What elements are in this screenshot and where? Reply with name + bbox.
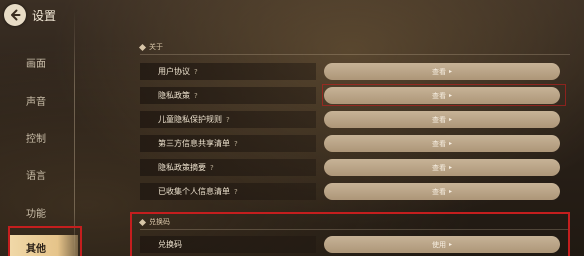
sidebar-item-controls[interactable]: 控制	[0, 125, 74, 149]
section-title: 关于	[149, 43, 163, 51]
sidebar-item-label: 控制	[26, 133, 46, 145]
divider	[140, 54, 570, 55]
row-label: 隐私政策	[158, 91, 190, 100]
sidebar-item-graphics[interactable]: 画面	[0, 50, 74, 74]
view-button[interactable]: 查看 ▸	[324, 183, 560, 200]
sidebar: 画面 声音 控制 语言 功能 其他	[0, 10, 80, 256]
sidebar-item-language[interactable]: 语言	[0, 162, 74, 186]
row-label: 第三方信息共享清单	[158, 139, 230, 148]
help-icon[interactable]: ?	[226, 116, 230, 124]
sidebar-item-label: 画面	[26, 58, 46, 70]
help-icon[interactable]: ?	[234, 140, 238, 148]
row-collected-info: 已收集个人信息清单? 查看 ▸	[140, 183, 568, 200]
highlight-box-sidebar	[8, 226, 82, 256]
row-child-privacy: 儿童隐私保护规则? 查看 ▸	[140, 111, 568, 128]
row-label: 儿童隐私保护规则	[158, 115, 222, 124]
row-label: 用户协议	[158, 67, 190, 76]
help-icon[interactable]: ?	[210, 164, 214, 172]
row-label: 已收集个人信息清单	[158, 187, 230, 196]
arrow-right-icon: ▸	[448, 164, 452, 171]
diamond-icon	[138, 43, 147, 51]
sidebar-item-label: 声音	[26, 96, 46, 108]
sidebar-item-label: 功能	[26, 208, 46, 220]
row-privacy-summary: 隐私政策摘要? 查看 ▸	[140, 159, 568, 176]
arrow-right-icon: ▸	[448, 140, 452, 147]
help-icon[interactable]: ?	[234, 188, 238, 196]
view-button[interactable]: 查看 ▸	[324, 111, 560, 128]
row-third-party-sharing: 第三方信息共享清单? 查看 ▸	[140, 135, 568, 152]
arrow-right-icon: ▸	[448, 188, 452, 195]
sidebar-item-label: 语言	[26, 170, 46, 182]
help-icon[interactable]: ?	[194, 92, 198, 100]
page-title: 设置	[32, 9, 57, 23]
help-icon[interactable]: ?	[194, 68, 198, 76]
row-label: 隐私政策摘要	[158, 163, 206, 172]
view-button[interactable]: 查看 ▸	[324, 63, 560, 80]
arrow-right-icon: ▸	[448, 68, 452, 75]
highlight-box-privacy	[322, 84, 566, 106]
highlight-box-redeem	[130, 212, 570, 256]
back-arrow-icon	[11, 9, 21, 21]
section-header-about: 关于	[138, 42, 163, 52]
row-user-agreement: 用户协议? 查看 ▸	[140, 63, 568, 80]
back-button[interactable]	[4, 4, 26, 26]
arrow-right-icon: ▸	[448, 116, 452, 123]
view-button[interactable]: 查看 ▸	[324, 135, 560, 152]
sidebar-item-features[interactable]: 功能	[0, 200, 74, 224]
view-button[interactable]: 查看 ▸	[324, 159, 560, 176]
sidebar-item-sound[interactable]: 声音	[0, 88, 74, 112]
